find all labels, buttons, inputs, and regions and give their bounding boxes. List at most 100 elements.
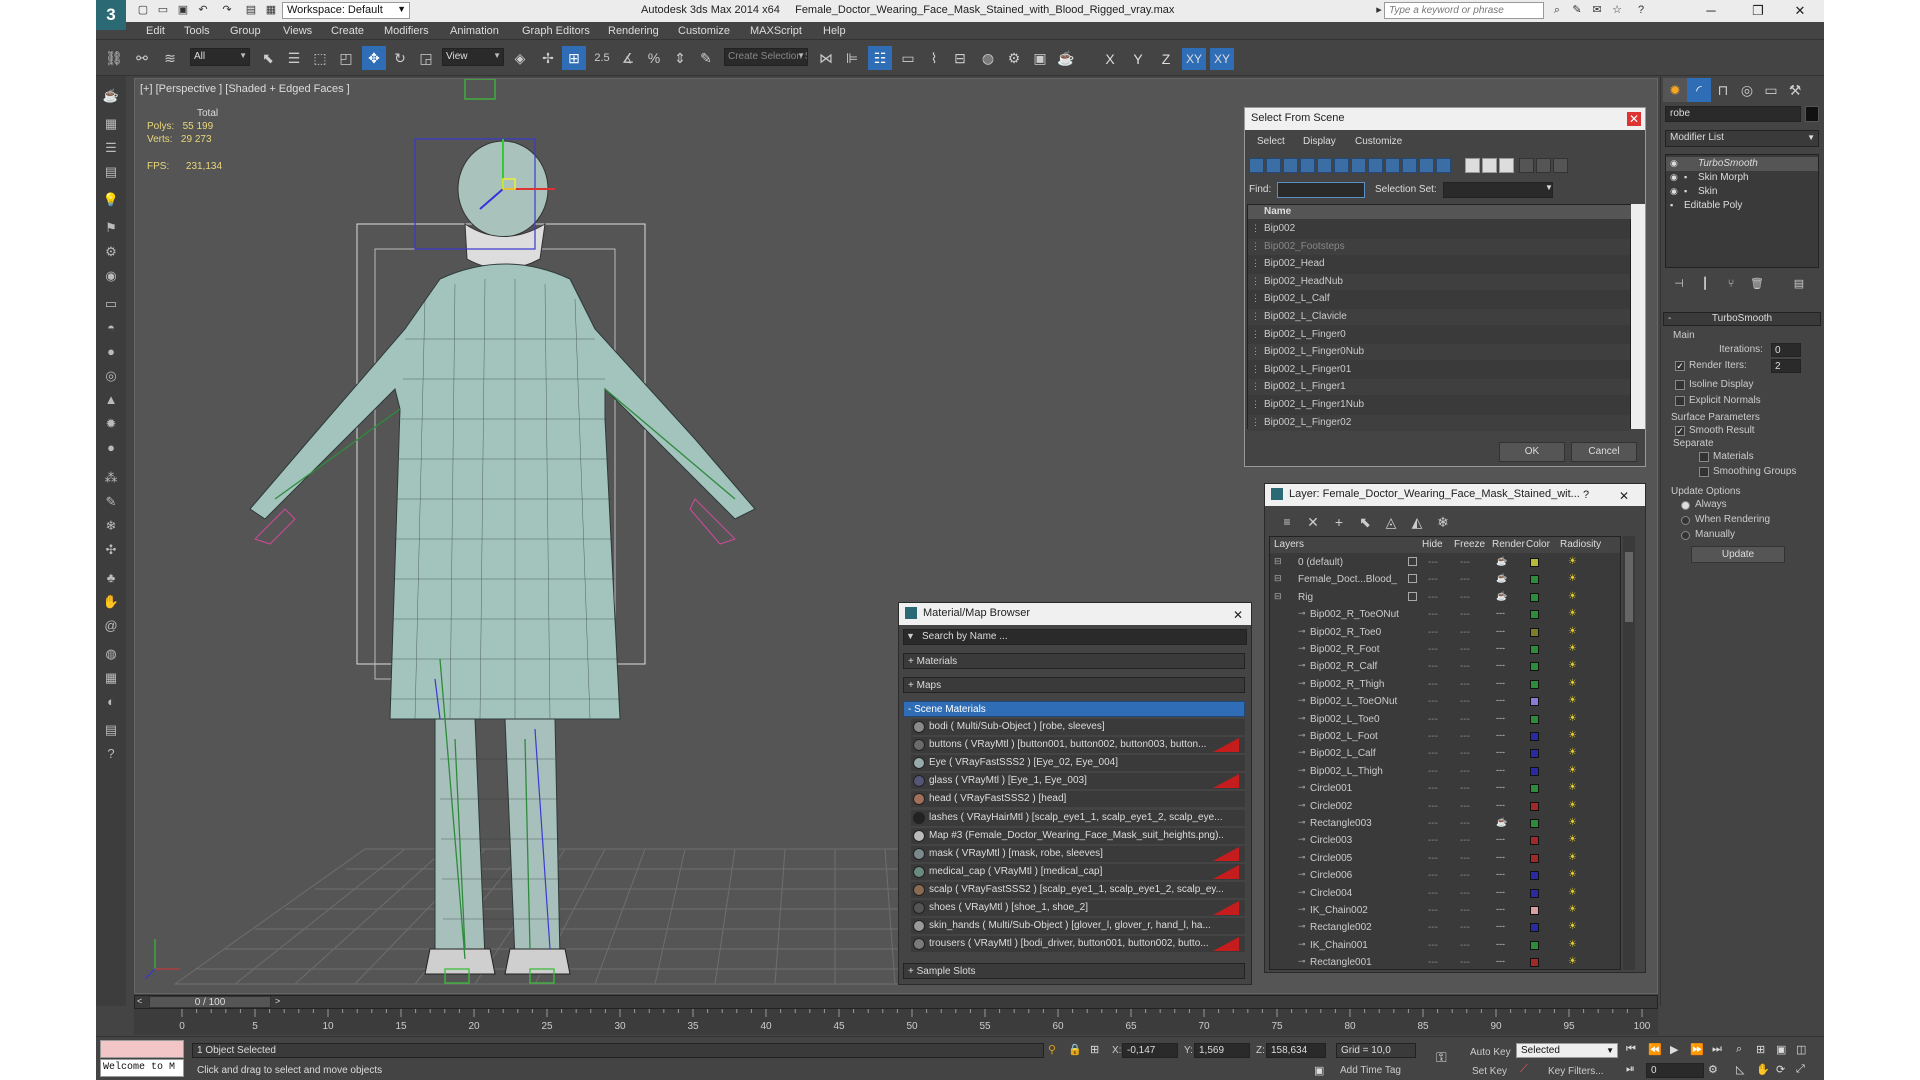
object-icon[interactable]: ⊸ — [1298, 817, 1306, 828]
open-file-icon[interactable]: ▭ — [156, 4, 170, 17]
layer-row[interactable]: ⊸ Rectangle001 --- --- --- ☀ — [1270, 955, 1620, 971]
radiosity-icon[interactable]: ☀ — [1568, 608, 1577, 619]
object-icon[interactable]: ⊸ — [1298, 660, 1306, 671]
layer-color-swatch[interactable] — [1530, 923, 1539, 933]
object-list-item[interactable]: ⋮ Bip002_Head — [1248, 256, 1630, 273]
object-icon[interactable]: ⊸ — [1298, 939, 1306, 950]
layer-row[interactable]: ⊸ Bip002_R_Foot --- --- --- ☀ — [1270, 642, 1620, 658]
object-icon[interactable]: ⊸ — [1298, 834, 1306, 845]
layer-row[interactable]: ⊸ Bip002_L_Toe0 --- --- --- ☀ — [1270, 712, 1620, 728]
render-toggle-icon[interactable]: --- — [1496, 939, 1505, 949]
zoom-all-icon[interactable]: ⊞ — [1756, 1043, 1765, 1056]
time-configuration-icon[interactable]: ⚙ — [1708, 1063, 1718, 1076]
motion-tab-icon[interactable]: ◎ — [1735, 78, 1759, 102]
freeze-toggle[interactable]: --- — [1460, 922, 1470, 933]
hide-toggle[interactable]: --- — [1428, 853, 1438, 864]
field-of-view-icon[interactable]: ◺ — [1736, 1063, 1744, 1076]
scroll-thumb[interactable] — [1625, 552, 1633, 622]
select-rotate-icon[interactable]: ↻ — [388, 46, 412, 70]
molecule-icon[interactable]: ✣ — [100, 540, 122, 560]
undo-icon[interactable]: ↶ — [196, 4, 210, 17]
hide-toggle[interactable]: --- — [1428, 818, 1438, 829]
render-toggle-icon[interactable]: --- — [1496, 800, 1505, 810]
expand-layer-icon[interactable]: ⊟ — [1274, 591, 1282, 602]
render-toggle-icon[interactable]: --- — [1496, 782, 1505, 792]
radiosity-icon[interactable]: ☀ — [1568, 921, 1577, 932]
teapot-icon[interactable]: ☕ — [100, 86, 122, 106]
scene-material-item[interactable]: head ( VRayFastSSS2 ) [head] — [911, 791, 1245, 808]
camera-icon[interactable]: ◉ — [100, 266, 122, 286]
dot-icon[interactable]: ● — [100, 438, 122, 458]
layer-color-swatch[interactable] — [1530, 714, 1539, 724]
layers-icon[interactable]: ▤ — [100, 720, 122, 740]
workspace-dropdown[interactable]: Workspace: Default ▼ — [282, 2, 410, 19]
freeze-toggle[interactable]: --- — [1460, 696, 1470, 707]
object-icon[interactable]: ⊸ — [1298, 713, 1306, 724]
hand-icon[interactable]: ✋ — [100, 592, 122, 612]
binoculars-icon[interactable]: ⌕ — [1550, 4, 1564, 17]
bind-spacewarp-icon[interactable]: ≋ — [158, 46, 182, 70]
hide-toggle[interactable]: --- — [1428, 557, 1438, 568]
col-render[interactable]: Render — [1492, 539, 1525, 550]
go-to-end-icon[interactable]: ⏭ — [1712, 1043, 1722, 1056]
object-list-item[interactable]: ⋮ Bip002_HeadNub — [1248, 273, 1630, 290]
time-tag-icon[interactable]: ▣ — [1314, 1064, 1324, 1077]
angle-snap-icon[interactable]: ∡ — [616, 46, 640, 70]
stack-item-editable-poly[interactable]: ▪ Editable Poly — [1666, 199, 1818, 213]
radiosity-icon[interactable]: ☀ — [1568, 660, 1577, 671]
layer-row[interactable]: ⊸ Circle002 --- --- --- ☀ — [1270, 799, 1620, 815]
layer-color-swatch[interactable] — [1530, 697, 1539, 707]
layer-color-swatch[interactable] — [1530, 784, 1539, 794]
pivot-center-icon[interactable]: ◈ — [508, 46, 532, 70]
layer-row[interactable]: ⊸ Bip002_L_ToeONut --- --- --- ☀ — [1270, 694, 1620, 710]
filter-lights-icon[interactable] — [1283, 158, 1298, 173]
material-editor-icon[interactable]: ◍ — [976, 46, 1000, 70]
layer-row[interactable]: ⊸ Circle005 --- --- --- ☀ — [1270, 851, 1620, 867]
hide-toggle[interactable]: --- — [1428, 783, 1438, 794]
freeze-toggle[interactable]: --- — [1460, 905, 1470, 916]
rect-selection-icon[interactable]: ⬚ — [308, 46, 332, 70]
stack-item-turbosmooth[interactable]: ◉ TurboSmooth — [1666, 157, 1818, 171]
object-icon[interactable]: ⊸ — [1298, 869, 1306, 880]
render-toggle-icon[interactable]: --- — [1496, 643, 1505, 653]
freeze-toggle[interactable]: --- — [1460, 783, 1470, 794]
freeze-toggle[interactable]: --- — [1460, 627, 1470, 638]
leaf-icon[interactable]: ♣ — [100, 568, 122, 588]
hide-toggle[interactable]: --- — [1428, 957, 1438, 968]
layer-row[interactable]: ⊟ Female_Doct...Blood_ --- --- ☕ ☀ — [1270, 572, 1620, 588]
go-to-start-icon[interactable]: ⏮ — [1626, 1043, 1636, 1056]
render-toggle-icon[interactable]: --- — [1496, 887, 1505, 897]
hide-toggle[interactable]: --- — [1428, 905, 1438, 916]
menu-rendering[interactable]: Rendering — [608, 25, 659, 37]
link-icon[interactable]: ⛓ — [102, 46, 126, 70]
object-list-item[interactable]: ⋮ Bip002_L_Finger0 — [1248, 326, 1630, 343]
filter-cameras-icon[interactable] — [1300, 158, 1315, 173]
lightbulb-icon[interactable]: ◉ — [1670, 186, 1678, 197]
close-dialog-button[interactable]: ✕ — [1627, 112, 1641, 126]
layer-row[interactable]: ⊸ Circle006 --- --- --- ☀ — [1270, 868, 1620, 884]
hide-toggle[interactable]: --- — [1428, 627, 1438, 638]
name-column-header[interactable]: Name — [1248, 205, 1632, 219]
menu-views[interactable]: Views — [283, 25, 312, 37]
hide-toggle[interactable]: --- — [1428, 766, 1438, 777]
render-toggle-icon[interactable]: --- — [1496, 765, 1505, 775]
radiosity-icon[interactable]: ☀ — [1568, 626, 1577, 637]
axis-xy-button[interactable]: XY — [1182, 48, 1206, 70]
hold-icon[interactable]: ▤ — [244, 4, 258, 17]
object-icon[interactable]: ⊸ — [1298, 626, 1306, 637]
filter-shapes-icon[interactable] — [1266, 158, 1281, 173]
layer-color-swatch[interactable] — [1530, 819, 1539, 828]
key-filters-icon[interactable]: ⟋ — [1520, 1063, 1528, 1076]
hide-toggle[interactable]: --- — [1428, 661, 1438, 672]
freeze-all-icon[interactable]: ❄ — [1431, 510, 1455, 534]
object-list-item[interactable]: ⋮ Bip002_L_Finger1Nub — [1248, 397, 1630, 413]
object-icon[interactable]: ⊸ — [1298, 608, 1306, 619]
communication-icon[interactable]: ✉ — [1590, 4, 1604, 17]
current-layer-checkbox[interactable] — [1408, 591, 1417, 601]
next-frame-icon[interactable]: > — [275, 996, 280, 1006]
filter-frozen-icon[interactable] — [1419, 158, 1434, 173]
group-maps[interactable]: + Maps — [903, 677, 1245, 693]
radiosity-icon[interactable]: ☀ — [1568, 956, 1577, 967]
radiosity-icon[interactable]: ☀ — [1568, 800, 1577, 811]
favorites-star-icon[interactable]: ☆ — [1610, 4, 1624, 17]
